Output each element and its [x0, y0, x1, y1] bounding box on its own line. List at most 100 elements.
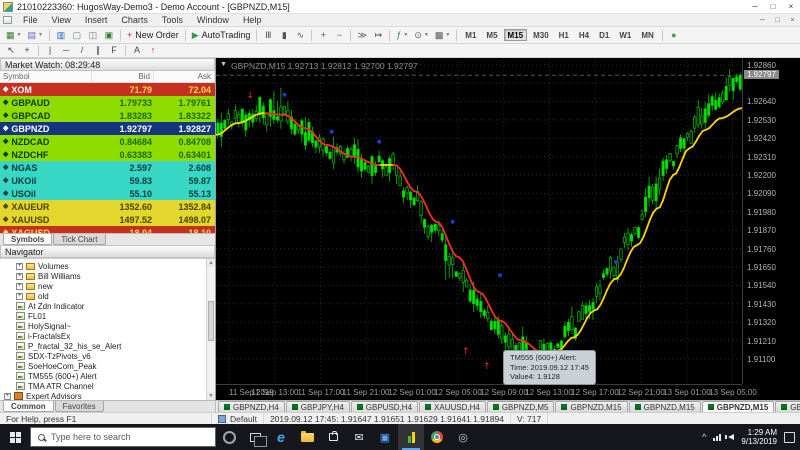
- channel-tool[interactable]: ∥: [90, 44, 106, 58]
- dropdown-arrow-icon[interactable]: ▼: [445, 32, 450, 38]
- taskbar-icon-photos[interactable]: ▣: [372, 424, 398, 450]
- tree-item-p-fractal-32-his-se-alert[interactable]: P_fractal_32_his_se_Alert: [0, 341, 215, 351]
- chart-plot[interactable]: ↑↑↑↑↑↓ TM555 (600+) Alert: Time: 2019.09…: [216, 58, 742, 385]
- chart-shift-button[interactable]: ↦: [370, 28, 386, 42]
- chart-tab-6[interactable]: GBPNZD,M15: [628, 401, 701, 412]
- market-watch-row-xauusd[interactable]: ◆ XAUUSD 1497.52 1498.07: [0, 213, 215, 226]
- task-view-button[interactable]: [242, 424, 268, 450]
- cursor-tool[interactable]: ↖: [3, 44, 19, 58]
- menu-window[interactable]: Window: [190, 15, 236, 25]
- chart-area[interactable]: ▼ GBPNZD,M15 1.92713 1.92812 1.92700 1.9…: [216, 58, 800, 400]
- period-m5[interactable]: M5: [482, 29, 501, 41]
- tab-favorites[interactable]: Favorites: [54, 401, 104, 412]
- navigator-scrollbar[interactable]: ▲ ▼: [206, 259, 215, 400]
- taskbar-icon-store[interactable]: [320, 424, 346, 450]
- chart-tab-5[interactable]: GBPNZD,M15: [555, 401, 628, 412]
- tree-item-holysignal-[interactable]: HolySignal~: [0, 321, 215, 331]
- taskbar-icon-mt4[interactable]: [398, 424, 424, 450]
- community-button[interactable]: ●: [666, 28, 682, 42]
- period-m30[interactable]: M30: [529, 29, 553, 41]
- minimize-button[interactable]: ─: [746, 2, 764, 11]
- chart-tab-0[interactable]: GBPNZD,H4: [218, 401, 285, 412]
- tree-item-tma-atr-channel[interactable]: TMA ATR Channel: [0, 381, 215, 391]
- period-w1[interactable]: W1: [615, 29, 635, 41]
- market-watch-row-ukoil[interactable]: ◆ UKOil 59.83 59.87: [0, 174, 215, 187]
- market-watch-row-gbpcad[interactable]: ◆ GBPCAD 1.83283 1.83322: [0, 109, 215, 122]
- tree-item-i-fractalsex[interactable]: i-FractalsEx: [0, 331, 215, 341]
- fibonacci-tool[interactable]: F: [106, 44, 122, 58]
- tab-common[interactable]: Common: [3, 401, 54, 412]
- tree-item-tm555-600-alert[interactable]: TM555 (600+) Alert: [0, 371, 215, 381]
- menu-tools[interactable]: Tools: [155, 15, 190, 25]
- chart-tab-7[interactable]: GBPNZD,M15: [701, 401, 775, 412]
- menu-file[interactable]: File: [16, 15, 45, 25]
- market-watch-row-gbpaud[interactable]: ◆ GBPAUD 1.79733 1.79761: [0, 96, 215, 109]
- taskbar-icon-mail[interactable]: ✉: [346, 424, 372, 450]
- tree-item-new[interactable]: + new: [0, 281, 215, 291]
- column-ask[interactable]: Ask: [154, 71, 215, 82]
- data-window-toggle[interactable]: ▢: [69, 28, 85, 42]
- scroll-down-icon[interactable]: ▼: [207, 392, 215, 400]
- tray-clock[interactable]: 1:29 AM 9/13/2019: [741, 428, 777, 446]
- market-watch-row-xagusd[interactable]: ◆ XAGUSD 18.04 18.10: [0, 226, 215, 233]
- market-watch-row-gbpnzd[interactable]: ◆ GBPNZD 1.92797 1.92827: [0, 122, 215, 135]
- expand-icon[interactable]: +: [16, 272, 23, 280]
- vertical-line-tool[interactable]: |: [42, 44, 58, 58]
- taskbar-search[interactable]: Type here to search: [30, 427, 216, 447]
- speaker-icon[interactable]: [725, 434, 735, 440]
- menu-help[interactable]: Help: [236, 15, 269, 25]
- market-watch-row-nzdchf[interactable]: ◆ NZDCHF 0.63383 0.63401: [0, 148, 215, 161]
- period-h1[interactable]: H1: [555, 29, 573, 41]
- close-button[interactable]: ×: [782, 2, 800, 11]
- trendline-tool[interactable]: /: [74, 44, 90, 58]
- tab-symbols[interactable]: Symbols: [3, 234, 53, 245]
- zoom-in-button[interactable]: +: [315, 28, 331, 42]
- child-minimize-button[interactable]: ─: [755, 17, 770, 24]
- candlestick-chart-button[interactable]: ▮: [276, 28, 292, 42]
- expand-icon[interactable]: +: [16, 282, 23, 290]
- maximize-button[interactable]: □: [764, 2, 782, 11]
- tree-item-expert-advisors[interactable]: + Expert Advisors: [0, 391, 215, 400]
- taskbar-icon-chrome[interactable]: [424, 424, 450, 450]
- terminal-toggle[interactable]: ▣: [101, 28, 117, 42]
- period-h4[interactable]: H4: [575, 29, 593, 41]
- tray-expand-icon[interactable]: ^: [702, 432, 706, 442]
- expand-icon[interactable]: +: [16, 262, 23, 270]
- market-watch-row-nzdcad[interactable]: ◆ NZDCAD 0.84684 0.84708: [0, 135, 215, 148]
- zoom-out-button[interactable]: −: [331, 28, 347, 42]
- horizontal-line-tool[interactable]: ─: [58, 44, 74, 58]
- dropdown-arrow-icon[interactable]: ▼: [38, 32, 43, 38]
- network-icon[interactable]: [713, 433, 722, 441]
- tree-item-bill-williams[interactable]: + Bill Williams: [0, 271, 215, 281]
- period-d1[interactable]: D1: [595, 29, 613, 41]
- action-center-icon[interactable]: [784, 431, 795, 443]
- dropdown-arrow-icon[interactable]: ▼: [424, 32, 429, 38]
- market-watch-toggle[interactable]: ▥: [53, 28, 69, 42]
- period-m1[interactable]: M1: [461, 29, 480, 41]
- tree-item-soehoecom-peak[interactable]: SoeHoeCom_Peak: [0, 361, 215, 371]
- child-close-button[interactable]: ×: [785, 17, 800, 24]
- start-button[interactable]: [0, 424, 30, 450]
- taskbar-icon-file-explorer[interactable]: [294, 424, 320, 450]
- column-symbol[interactable]: Symbol: [0, 71, 92, 82]
- column-bid[interactable]: Bid: [92, 71, 154, 82]
- market-watch-row-usoil[interactable]: ◆ USOil 55.10 55.13: [0, 187, 215, 200]
- market-watch-row-xaueur[interactable]: ◆ XAUEUR 1352.60 1352.84: [0, 200, 215, 213]
- child-restore-button[interactable]: □: [770, 17, 785, 24]
- period-m15[interactable]: M15: [503, 29, 528, 41]
- price-scale[interactable]: 1.92860 1.92640 1.92530 1.92420 1.92310 1.922…: [742, 58, 800, 384]
- bar-chart-button[interactable]: Ⅲ: [260, 28, 276, 42]
- new-order-button[interactable]: + New Order: [124, 28, 182, 42]
- arrows-tool[interactable]: ↑: [145, 44, 161, 58]
- tree-item-old[interactable]: + old: [0, 291, 215, 301]
- crosshair-tool[interactable]: +: [19, 44, 35, 58]
- period-mn[interactable]: MN: [637, 29, 657, 41]
- auto-scroll-button[interactable]: ≫: [354, 28, 370, 42]
- tree-item-at-zdn-indicator[interactable]: At Zdn Indicator: [0, 301, 215, 311]
- chart-tab-3[interactable]: XAUUSD,H4: [419, 401, 486, 412]
- expand-icon[interactable]: +: [4, 392, 11, 400]
- expand-icon[interactable]: +: [16, 292, 23, 300]
- new-chart-button[interactable]: ▦ ▼: [3, 28, 24, 42]
- tab-tick-chart[interactable]: Tick Chart: [53, 234, 106, 245]
- market-watch-row-xom[interactable]: ◆ XOM 71.79 72.04: [0, 83, 215, 96]
